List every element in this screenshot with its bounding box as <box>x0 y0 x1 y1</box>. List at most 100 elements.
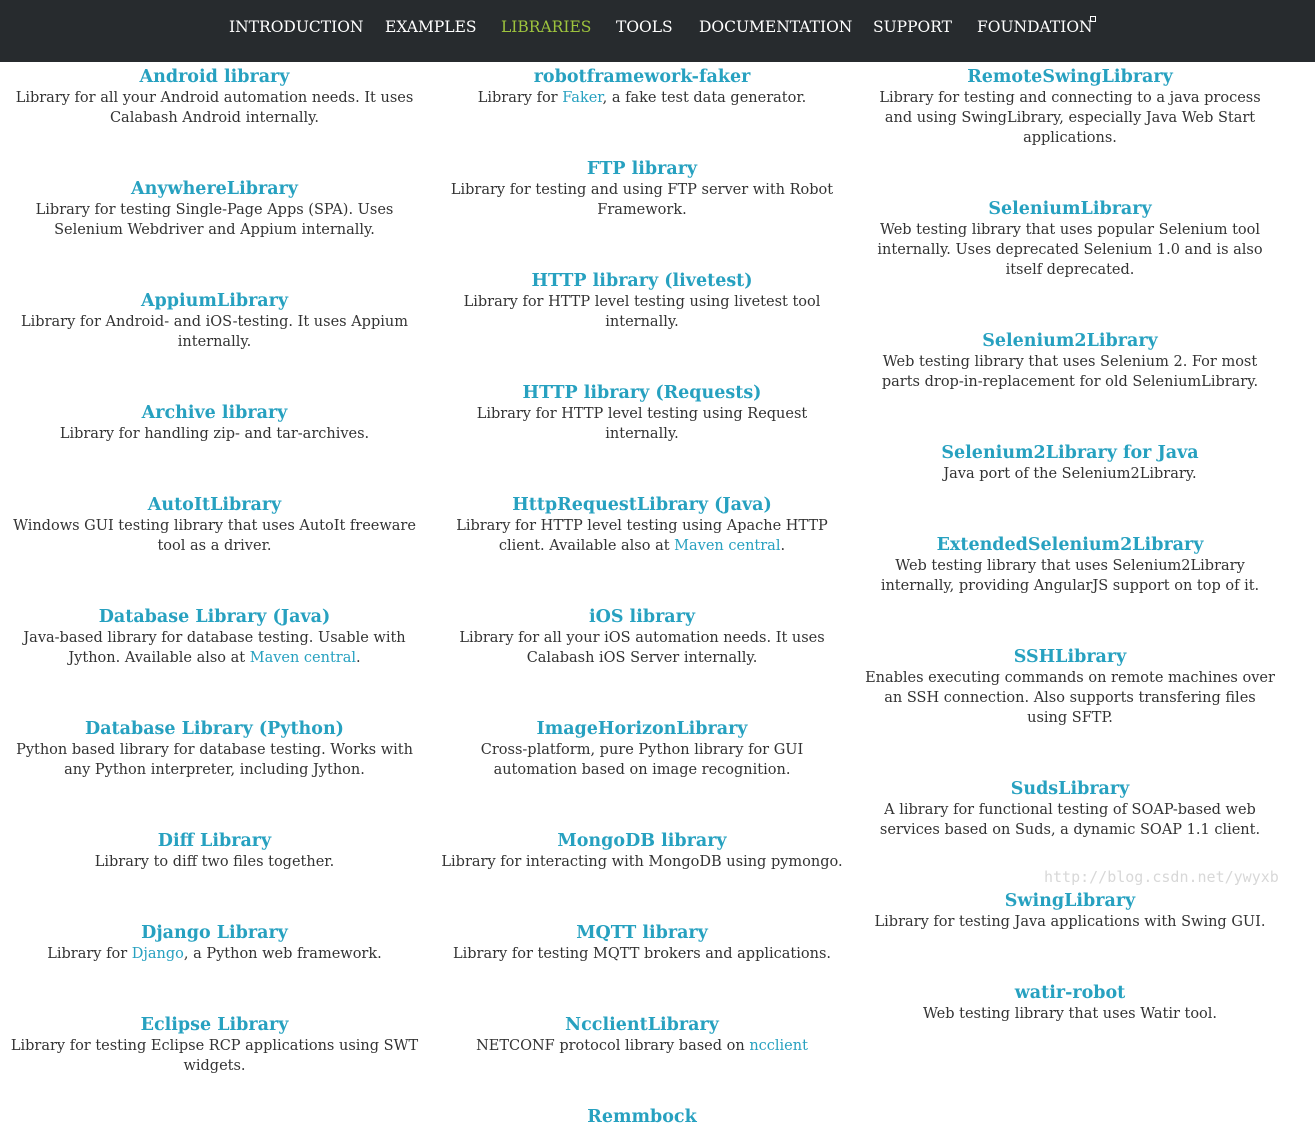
library-description: Library for HTTP level testing using liv… <box>463 294 821 330</box>
library-item: MongoDB library Library for interacting … <box>429 830 855 872</box>
library-link[interactable]: Eclipse Library <box>10 1014 419 1036</box>
library-item: SudsLibrary A library for functional tes… <box>855 778 1285 840</box>
library-link[interactable]: Selenium2Library <box>865 330 1275 352</box>
library-description: Cross-platform, pure Python library for … <box>480 742 804 778</box>
library-description: Library for testing Java applications wi… <box>874 914 1266 930</box>
library-link[interactable]: RemoteSwingLibrary <box>865 66 1275 88</box>
library-link[interactable]: SeleniumLibrary <box>865 198 1275 220</box>
library-link[interactable]: MQTT library <box>439 922 845 944</box>
library-link[interactable]: Selenium2Library for Java <box>865 442 1275 464</box>
library-link[interactable]: NcclientLibrary <box>439 1014 845 1036</box>
top-navigation-bar: INTRODUCTION EXAMPLES LIBRARIES TOOLS DO… <box>0 0 1315 62</box>
library-description: Library for Faker, a fake test data gene… <box>477 90 807 106</box>
library-link[interactable]: Android library <box>10 66 419 88</box>
library-description: Enables executing commands on remote mac… <box>865 670 1275 726</box>
library-item: robotframework-faker Library for Faker, … <box>429 66 855 108</box>
library-link[interactable]: AutoItLibrary <box>10 494 419 516</box>
library-description: Library for HTTP level testing using Req… <box>476 406 808 442</box>
libraries-column-1: Android library Library for all your And… <box>0 66 429 1076</box>
library-link[interactable]: FTP library <box>439 158 845 180</box>
library-description: Web testing library that uses Selenium2L… <box>880 558 1260 594</box>
library-item: SeleniumLibrary Web testing library that… <box>855 198 1285 280</box>
library-description: Java port of the Selenium2Library. <box>943 466 1197 482</box>
nav-introduction[interactable]: INTRODUCTION <box>229 17 363 37</box>
library-item: HTTP library (livetest) Library for HTTP… <box>429 270 855 332</box>
library-link[interactable]: Diff Library <box>10 830 419 852</box>
library-link[interactable]: SwingLibrary <box>865 890 1275 912</box>
library-item: Diff Library Library to diff two files t… <box>0 830 429 872</box>
library-item: NcclientLibrary NETCONF protocol library… <box>429 1014 855 1056</box>
library-link[interactable]: MongoDB library <box>439 830 845 852</box>
library-description: Library for testing and connecting to a … <box>879 90 1261 146</box>
library-description: Java-based library for database testing.… <box>23 630 406 666</box>
watermark: http://blog.csdn.net/ywyxb <box>1044 868 1279 886</box>
library-description: Library for all your Android automation … <box>15 90 414 126</box>
library-link[interactable]: HTTP library (Requests) <box>439 382 845 404</box>
library-item: RemoteSwingLibrary Library for testing a… <box>855 66 1285 148</box>
library-link[interactable]: AnywhereLibrary <box>10 178 419 200</box>
library-link[interactable]: Database Library (Java) <box>10 606 419 628</box>
library-item: Django Library Library for Django, a Pyt… <box>0 922 429 964</box>
library-item: Database Library (Java) Java-based libra… <box>0 606 429 668</box>
library-item: iOS library Library for all your iOS aut… <box>429 606 855 668</box>
library-item: Eclipse Library Library for testing Ecli… <box>0 1014 429 1076</box>
library-description: Windows GUI testing library that uses Au… <box>13 518 416 554</box>
library-description: NETCONF protocol library based on ncclie… <box>476 1038 808 1054</box>
library-item: Archive library Library for handling zip… <box>0 402 429 444</box>
library-item: AnywhereLibrary Library for testing Sing… <box>0 178 429 240</box>
library-link[interactable]: ImageHorizonLibrary <box>439 718 845 740</box>
library-description: Web testing library that uses Selenium 2… <box>881 354 1259 390</box>
libraries-column-2: robotframework-faker Library for Faker, … <box>429 66 855 1128</box>
nav-documentation[interactable]: DOCUMENTATION <box>699 17 852 37</box>
library-description: Library to diff two files together. <box>94 854 335 870</box>
library-description: Web testing library that uses popular Se… <box>877 222 1263 278</box>
maven-central-link[interactable]: Maven central <box>674 538 780 554</box>
maven-central-link[interactable]: Maven central <box>250 650 356 666</box>
library-description: Library for testing and using FTP server… <box>450 182 834 218</box>
library-item: Database Library (Python) Python based l… <box>0 718 429 780</box>
library-item: HttpRequestLibrary (Java) Library for HT… <box>429 494 855 556</box>
library-item: FTP library Library for testing and usin… <box>429 158 855 220</box>
library-description: Library for handling zip- and tar-archiv… <box>59 426 370 442</box>
nav-libraries[interactable]: LIBRARIES <box>501 17 591 37</box>
nav-foundation[interactable]: FOUNDATION <box>977 17 1093 37</box>
library-item: watir-robot Web testing library that use… <box>855 982 1285 1024</box>
library-description: Web testing library that uses Watir tool… <box>922 1006 1218 1022</box>
library-item: AutoItLibrary Windows GUI testing librar… <box>0 494 429 556</box>
library-item: ExtendedSelenium2Library Web testing lib… <box>855 534 1285 596</box>
library-link[interactable]: HttpRequestLibrary (Java) <box>439 494 845 516</box>
library-description: Library for testing MQTT brokers and app… <box>453 946 831 962</box>
library-link[interactable]: Django Library <box>10 922 419 944</box>
library-link[interactable]: AppiumLibrary <box>10 290 419 312</box>
library-description: Library for Android- and iOS-testing. It… <box>21 314 408 350</box>
library-item: SwingLibrary Library for testing Java ap… <box>855 890 1285 932</box>
library-link[interactable]: HTTP library (livetest) <box>439 270 845 292</box>
library-link[interactable]: Archive library <box>10 402 419 424</box>
library-link[interactable]: SudsLibrary <box>865 778 1275 800</box>
library-item: ImageHorizonLibrary Cross-platform, pure… <box>429 718 855 780</box>
library-item: Remmbock <box>429 1106 855 1128</box>
library-link[interactable]: robotframework-faker <box>439 66 845 88</box>
nav-tools[interactable]: TOOLS <box>616 17 673 37</box>
faker-link[interactable]: Faker <box>562 90 602 106</box>
library-item: MQTT library Library for testing MQTT br… <box>429 922 855 964</box>
library-link[interactable]: watir-robot <box>865 982 1275 1004</box>
library-item: AppiumLibrary Library for Android- and i… <box>0 290 429 352</box>
library-description: Library for testing Single-Page Apps (SP… <box>35 202 394 238</box>
library-link[interactable]: SSHLibrary <box>865 646 1275 668</box>
library-item: Selenium2Library for Java Java port of t… <box>855 442 1285 484</box>
library-link[interactable]: iOS library <box>439 606 845 628</box>
library-item: Selenium2Library Web testing library tha… <box>855 330 1285 392</box>
nav-support[interactable]: SUPPORT <box>873 17 952 37</box>
library-link[interactable]: Database Library (Python) <box>10 718 419 740</box>
library-description: A library for functional testing of SOAP… <box>879 802 1261 838</box>
library-description: Library for Django, a Python web framewo… <box>47 946 382 962</box>
library-description: Library for HTTP level testing using Apa… <box>456 518 828 554</box>
nav-examples[interactable]: EXAMPLES <box>385 17 477 37</box>
ncclient-link[interactable]: ncclient <box>749 1038 808 1054</box>
library-link[interactable]: Remmbock <box>439 1106 845 1128</box>
django-link[interactable]: Django <box>132 946 184 962</box>
library-description: Library for testing Eclipse RCP applicat… <box>10 1038 419 1074</box>
external-link-icon <box>1090 16 1096 22</box>
library-link[interactable]: ExtendedSelenium2Library <box>865 534 1275 556</box>
